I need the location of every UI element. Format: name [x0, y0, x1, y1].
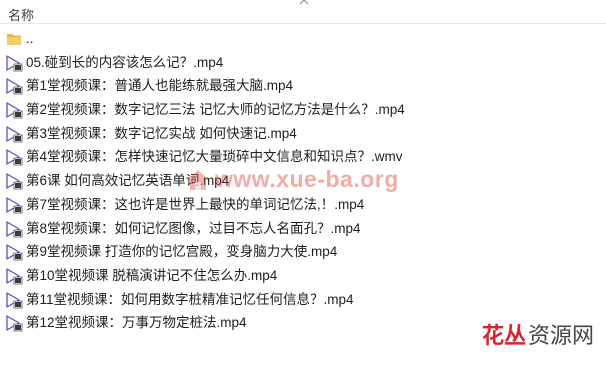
file-name: 第1堂视频课：普通人也能练就最强大脑.mp4 — [26, 78, 294, 94]
brand-logo: 花丛 资源网 — [482, 318, 594, 350]
file-row[interactable]: 第11堂视频课：如何用数字桩精准记忆任何信息？.mp4 — [0, 288, 606, 312]
video-file-icon — [5, 291, 23, 309]
file-row[interactable]: .. — [0, 27, 606, 51]
brand-sub-text: 资源网 — [528, 324, 595, 349]
name-column-header[interactable]: 名称 — [0, 0, 606, 24]
video-file-icon — [5, 243, 23, 261]
file-row[interactable]: 第2堂视频课：数字记忆三法 记忆大师的记忆方法是什么？.mp4 — [0, 98, 606, 122]
file-row[interactable]: 第8堂视频课：如何记忆图像，过目不忘人名面孔？.mp4 — [0, 217, 606, 241]
file-name: .. — [26, 31, 34, 46]
file-name: 第7堂视频课：这也许是世界上最快的单词记忆法,！.mp4 — [26, 196, 365, 212]
folder-icon — [5, 30, 23, 48]
video-file-icon — [5, 267, 23, 285]
video-file-icon — [5, 196, 23, 214]
column-header: 名称 — [0, 0, 606, 24]
file-name: 第9堂视频课 打造你的记忆宫殿，变身脑力大使.mp4 — [26, 244, 338, 260]
file-name: 第4堂视频课：怎样快速记忆大量琐碎中文信息和知识点？.wmv — [26, 149, 403, 165]
file-name: 第8堂视频课：如何记忆图像，过目不忘人名面孔？.mp4 — [26, 220, 361, 236]
video-file-icon — [5, 54, 23, 72]
video-file-icon — [5, 101, 23, 119]
brand-main-text: 花丛 — [482, 324, 527, 349]
name-column-label: 名称 — [8, 8, 35, 23]
file-name: 第2堂视频课：数字记忆三法 记忆大师的记忆方法是什么？.mp4 — [26, 102, 405, 118]
file-row[interactable]: 第1堂视频课：普通人也能练就最强大脑.mp4 — [0, 74, 606, 98]
watermark-logo-icon — [187, 170, 209, 190]
sort-ascending-icon — [299, 0, 309, 5]
file-name: 05.碰到长的内容该怎么记？.mp4 — [26, 54, 224, 70]
file-row[interactable]: 第9堂视频课 打造你的记忆宫殿，变身脑力大使.mp4 — [0, 240, 606, 264]
file-row[interactable]: 05.碰到长的内容该怎么记？.mp4 — [0, 51, 606, 75]
video-file-icon — [5, 314, 23, 332]
file-name: 第11堂视频课：如何用数字桩精准记忆任何信息？.mp4 — [26, 291, 354, 307]
file-row[interactable]: 第3堂视频课：数字记忆实战 如何快速记.mp4 — [0, 122, 606, 146]
video-file-icon — [5, 148, 23, 166]
watermark-text: www.xue-ba.org — [215, 166, 399, 192]
video-file-icon — [5, 172, 23, 190]
file-row[interactable]: 第7堂视频课：这也许是世界上最快的单词记忆法,！.mp4 — [0, 193, 606, 217]
video-file-icon — [5, 220, 23, 238]
file-name: 第12堂视频课：万事万物定桩法.mp4 — [26, 315, 247, 331]
file-row[interactable]: 第10堂视频课 脱稿演讲记不住怎么办.mp4 — [0, 264, 606, 288]
file-name: 第3堂视频课：数字记忆实战 如何快速记.mp4 — [26, 125, 297, 141]
file-name: 第10堂视频课 脱稿演讲记不住怎么办.mp4 — [26, 267, 278, 283]
video-file-icon — [5, 77, 23, 95]
video-file-icon — [5, 125, 23, 143]
